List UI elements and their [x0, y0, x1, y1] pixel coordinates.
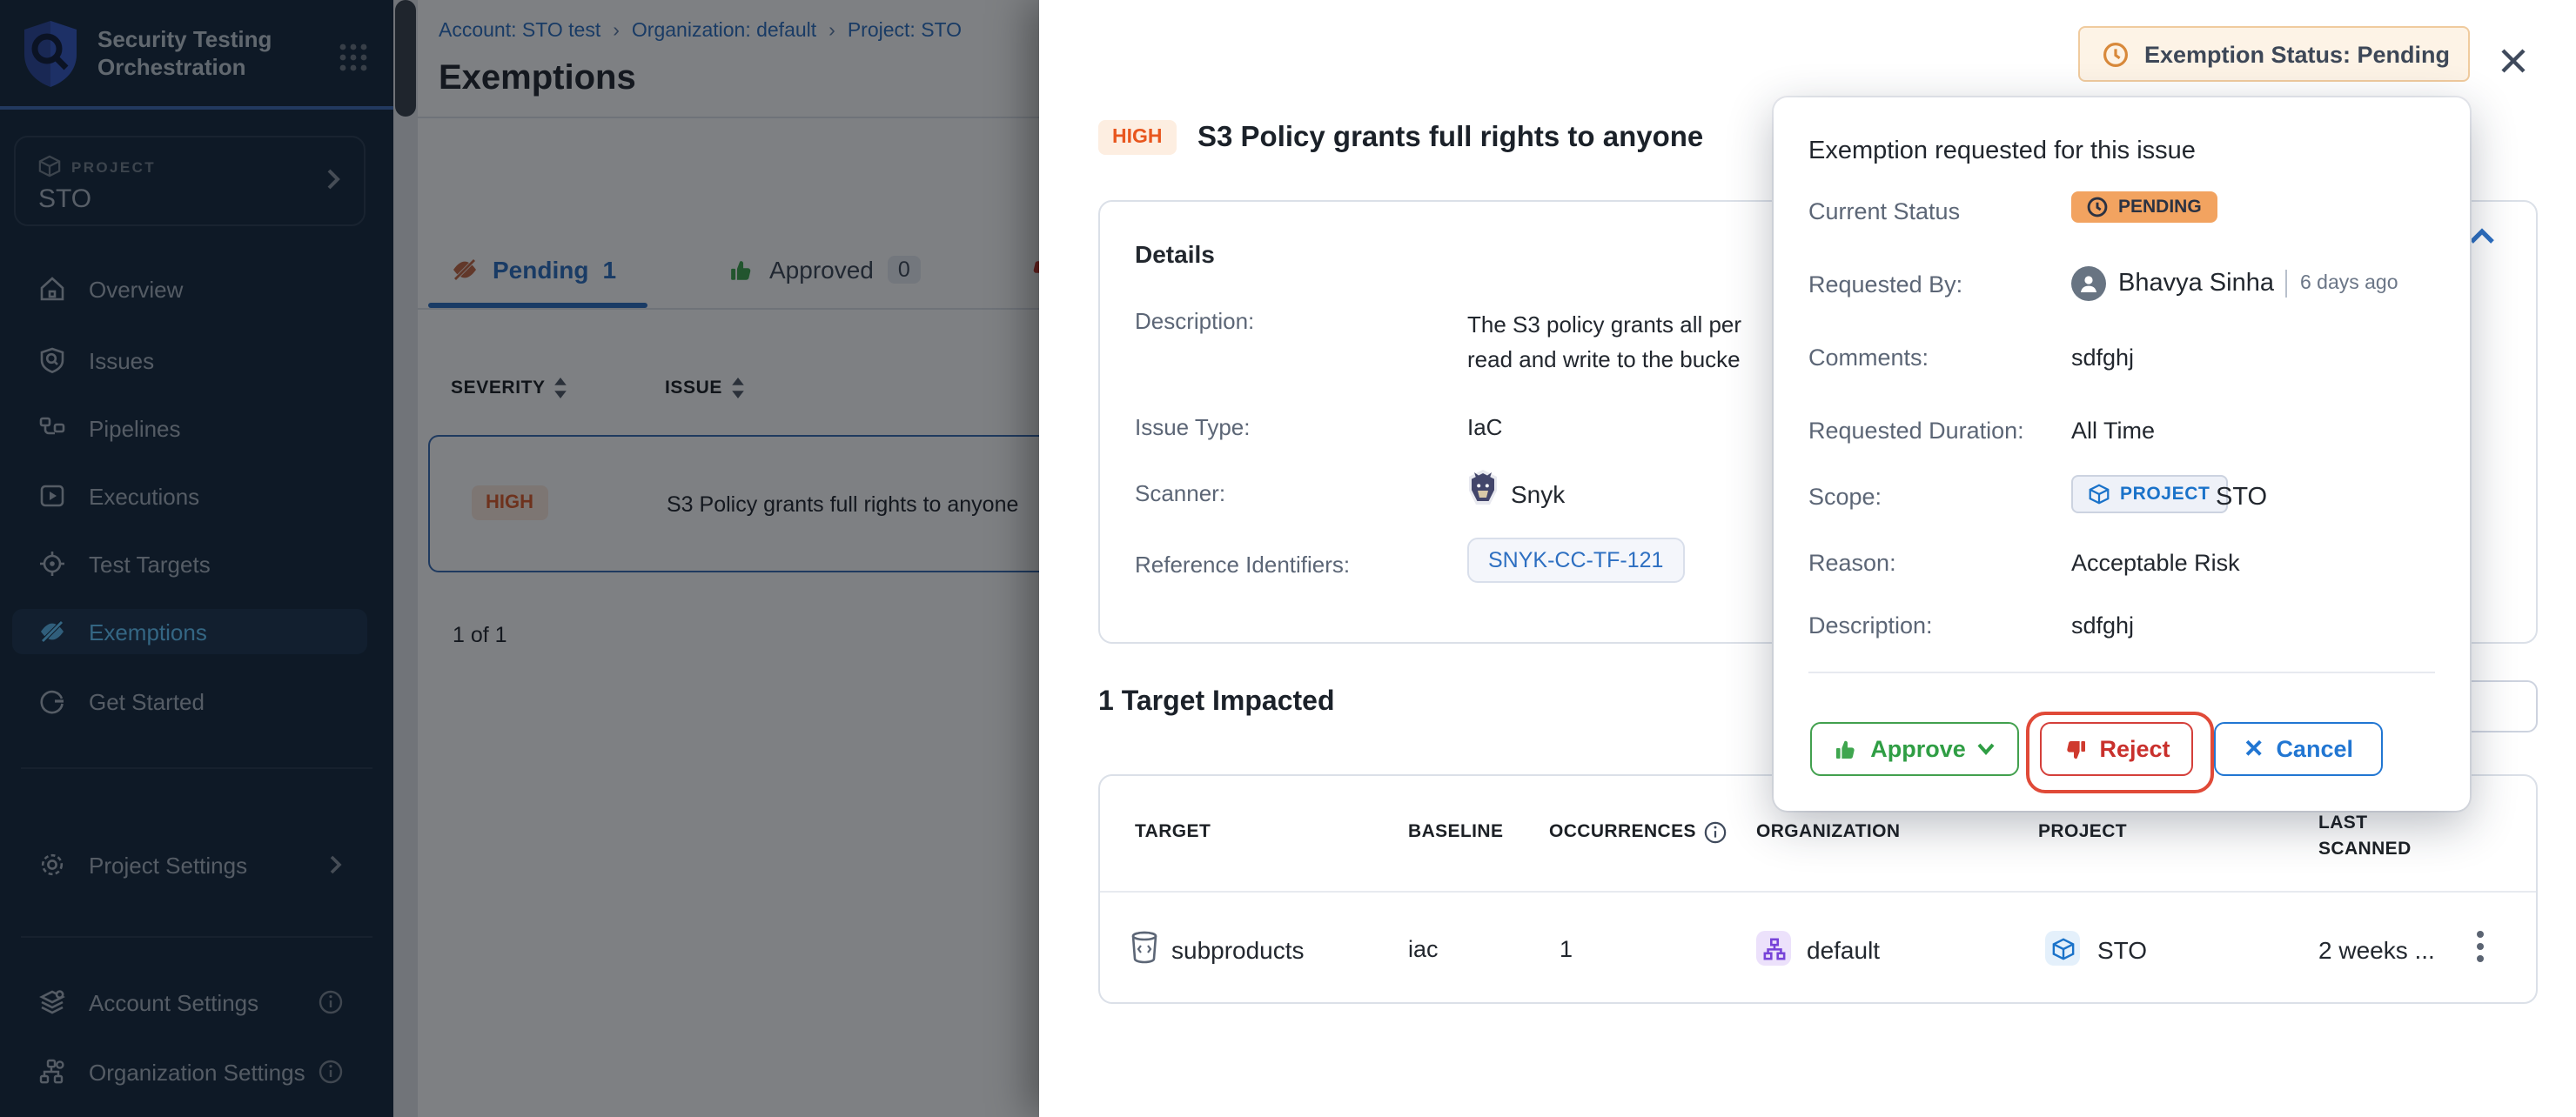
popup-heading: Exemption requested for this issue [1808, 137, 2196, 165]
column-header-target: TARGET [1135, 819, 1211, 846]
screen: Security Testing Orchestration PROJECT S… [0, 0, 2576, 1117]
modal-dim-overlay[interactable] [0, 0, 1039, 1117]
organization-icon [1756, 931, 1791, 966]
scope-project-chip: PROJECT [2071, 475, 2227, 513]
comments-value: sdfghj [2071, 344, 2134, 371]
current-status-label: Current Status [1808, 198, 1960, 224]
comments-label: Comments: [1808, 344, 1929, 371]
column-header-organization: ORGANIZATION [1756, 819, 1900, 846]
snyk-logo [1467, 470, 1499, 506]
reference-identifiers-label: Reference Identifiers: [1135, 552, 1350, 578]
scope-value: STO [2216, 484, 2267, 512]
avatar [2071, 266, 2106, 301]
close-icon[interactable] [2498, 45, 2529, 77]
project-cube-icon [2045, 931, 2080, 966]
cancel-label: Cancel [2276, 736, 2353, 762]
collapse-chevron-up-icon[interactable] [2468, 226, 2496, 245]
project-cell: STO [2097, 936, 2147, 964]
scope-label: Scope: [1808, 484, 1882, 510]
clock-icon [2103, 41, 2129, 67]
issue-detail-title: S3 Policy grants full rights to anyone [1197, 122, 1703, 155]
requester-name: Bhavya Sinha [2118, 270, 2274, 298]
requested-duration-label: Requested Duration: [1808, 418, 2024, 444]
thumbs-up-icon [1834, 737, 1858, 761]
target-cell[interactable]: subproducts [1171, 936, 1305, 964]
info-icon [1705, 821, 1727, 844]
column-header-project: PROJECT [2038, 819, 2127, 846]
cube-icon [2089, 484, 2110, 505]
targets-impacted-heading: 1 Target Impacted [1098, 687, 1335, 719]
approve-button[interactable]: Approve [1810, 722, 2019, 776]
clock-icon [2087, 197, 2108, 217]
column-header-last-scanned: LAST SCANNED [2318, 811, 2426, 863]
exemption-popup: Exemption requested for this issue Curre… [1774, 97, 2470, 811]
kebab-menu-icon[interactable] [2477, 929, 2484, 964]
column-header-baseline: BASELINE [1408, 819, 1503, 846]
exemption-status-label: Exemption Status: Pending [2144, 41, 2450, 67]
baseline-cell: iac [1408, 936, 1439, 962]
x-icon: ✕ [2244, 734, 2264, 764]
exemption-status-button[interactable]: Exemption Status: Pending [2078, 26, 2470, 82]
divider [2286, 270, 2288, 298]
reference-identifier-chip[interactable]: SNYK-CC-TF-121 [1467, 538, 1684, 583]
issue-type-label: Issue Type: [1135, 414, 1251, 440]
reason-label: Reason: [1808, 550, 1896, 576]
description-value: The S3 policy grants all per read and wr… [1467, 308, 1741, 378]
requested-by-label: Requested By: [1808, 271, 1962, 298]
scanner-label: Scanner: [1135, 480, 1225, 506]
organization-cell: default [1807, 936, 1880, 964]
occurrences-cell: 1 [1560, 936, 1573, 962]
cancel-button[interactable]: ✕ Cancel [2214, 722, 2383, 776]
requested-time: 6 days ago [2300, 273, 2398, 294]
scanner-value: Snyk [1511, 480, 1565, 508]
description-label: Description: [1135, 308, 1254, 334]
thumbs-down-icon [2063, 737, 2087, 761]
reason-value: Acceptable Risk [2071, 550, 2240, 576]
pending-status-badge: PENDING [2071, 191, 2217, 223]
description-label: Description: [1808, 612, 1933, 639]
severity-badge: HIGH [1098, 120, 1177, 155]
reject-button[interactable]: Reject [2040, 722, 2193, 776]
issue-type-value: IaC [1467, 414, 1502, 440]
popup-divider [1808, 672, 2435, 673]
column-header-occurrences: OCCURRENCES [1549, 819, 1727, 846]
reject-label: Reject [2099, 736, 2170, 762]
approve-label: Approve [1870, 736, 1966, 762]
target-container-icon [1130, 931, 1159, 964]
last-scanned-cell: 2 weeks ... [2318, 936, 2435, 964]
requested-duration-value: All Time [2071, 418, 2155, 444]
details-heading: Details [1135, 240, 1215, 268]
table-divider [1100, 891, 2536, 893]
chevron-down-icon [1978, 743, 1996, 755]
description-value: sdfghj [2071, 612, 2134, 639]
requested-by-value: Bhavya Sinha 6 days ago [2071, 266, 2398, 301]
